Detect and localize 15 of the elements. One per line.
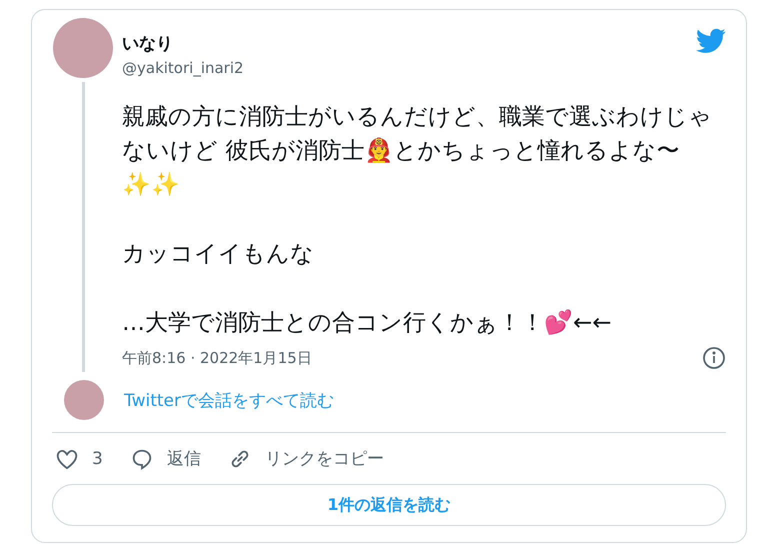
like-button[interactable]: 3 (56, 448, 103, 468)
bird-logo-icon[interactable] (696, 28, 726, 54)
avatar-placeholder (64, 380, 104, 420)
author-name[interactable]: いなり (122, 32, 696, 55)
tweet-text: …大学で消防士との合コン行くかぁ！！💕←← (122, 308, 613, 338)
info-icon[interactable] (702, 346, 726, 370)
reply-button[interactable]: 返信 (130, 447, 201, 470)
link-button[interactable]: リンクをコピー (228, 447, 384, 470)
author-handle[interactable]: @yakitori_inari2 (122, 59, 696, 77)
link-icon (228, 448, 251, 470)
tweet-text: カッコイイもんな (122, 240, 315, 269)
tweet-timestamp[interactable]: 午前8:16 · 2022年1月15日 (122, 348, 312, 368)
heart-icon (56, 448, 78, 468)
tweet-text: 親戚の方に消防士がいるんだけど、職業で選ぶわけじゃないけど 彼氏が消防士👨‍🚒とかちょっと憧れるよな〜✨✨ (122, 103, 713, 200)
speech-bubble-icon (130, 448, 153, 470)
